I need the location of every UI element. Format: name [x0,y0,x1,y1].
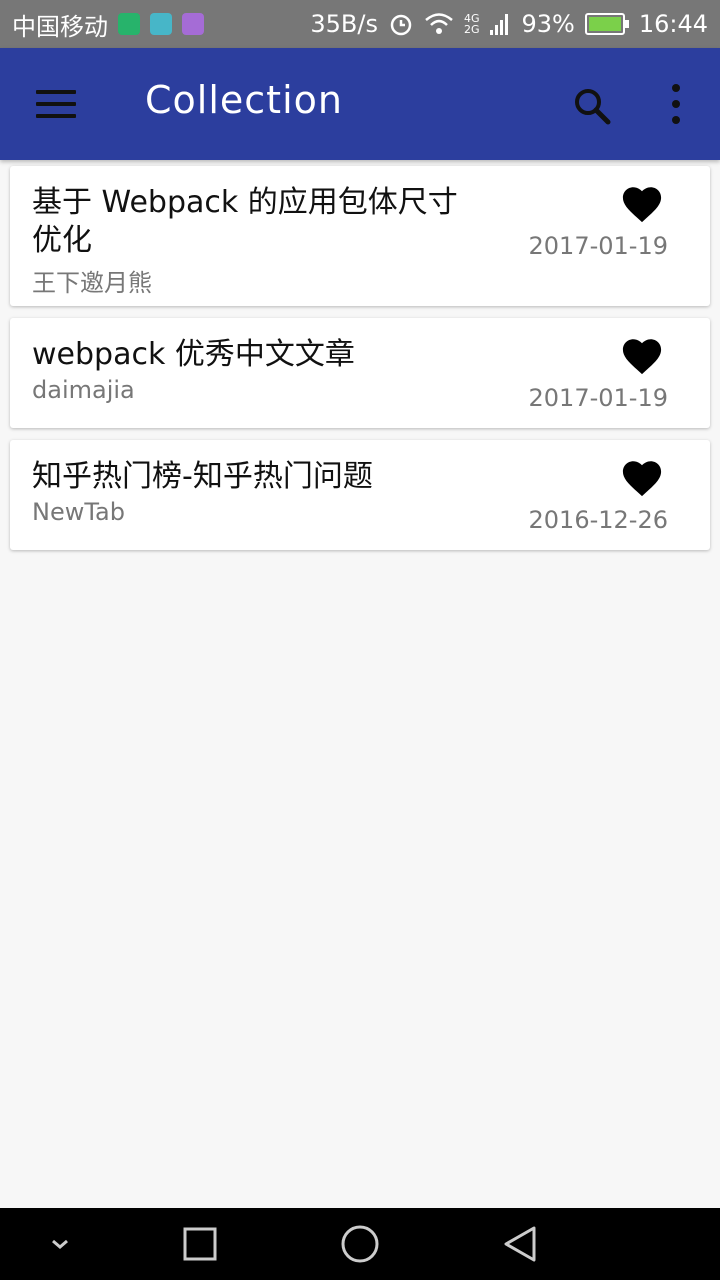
item-title: webpack 优秀中文文章 [32,337,355,372]
carrier-label: 中国移动 [12,12,108,41]
recents-icon[interactable] [180,1224,220,1264]
heart-icon[interactable] [620,184,664,224]
battery-percent: 93% [521,10,575,38]
status-bar: 中国移动 35B/s 4G 2G 93% 16:44 [0,0,720,48]
app-icon-android [150,13,172,35]
wifi-icon [425,13,453,34]
item-date: 2017-01-19 [528,384,668,412]
hide-nav-icon[interactable] [40,1224,80,1264]
item-title: 基于 Webpack 的应用包体尺寸优化 [32,185,458,258]
item-date: 2017-01-19 [528,232,668,260]
item-date: 2016-12-26 [528,506,668,534]
heart-icon[interactable] [620,458,664,498]
home-icon[interactable] [340,1224,380,1264]
menu-icon[interactable] [36,90,76,118]
battery-icon [584,13,629,35]
network-type: 4G 2G [464,13,480,35]
item-source: daimajia [32,376,135,404]
signal-icon [490,14,509,35]
search-icon[interactable] [570,84,614,128]
app-bar: Collection [0,48,720,160]
item-source: 王下邀月熊 [32,269,152,297]
page-title: Collection [145,78,343,122]
back-icon[interactable] [500,1224,540,1264]
app-icon-green [118,13,140,35]
item-source: NewTab [32,498,125,526]
network-speed: 35B/s [310,10,378,38]
collection-list: 基于 Webpack 的应用包体尺寸优化 王下邀月熊 2017-01-19 we… [10,166,710,562]
list-item[interactable]: 基于 Webpack 的应用包体尺寸优化 王下邀月熊 2017-01-19 [10,166,710,306]
heart-icon[interactable] [620,336,664,376]
more-vert-icon[interactable] [666,84,686,124]
alarm-icon [390,14,412,36]
clock: 16:44 [638,10,708,38]
app-icon-gallery [182,13,204,35]
net-2g-label: 2G [463,23,480,36]
system-nav-bar [0,1208,720,1280]
item-title: 知乎热门榜-知乎热门问题 [32,459,373,494]
list-item[interactable]: webpack 优秀中文文章 daimajia 2017-01-19 [10,318,710,428]
list-item[interactable]: 知乎热门榜-知乎热门问题 NewTab 2016-12-26 [10,440,710,550]
